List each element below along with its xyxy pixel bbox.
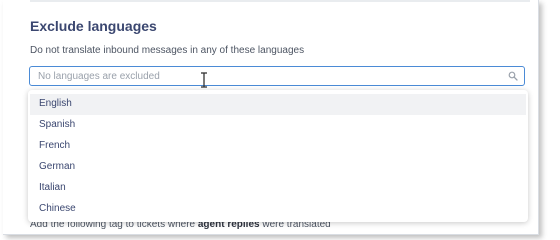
- option-label: Italian: [39, 182, 66, 193]
- option-label: Chinese: [39, 203, 76, 214]
- option-label: German: [39, 161, 76, 172]
- option-label: Spanish: [39, 119, 76, 130]
- section-divider: [30, 0, 530, 2]
- input-placeholder: No languages are excluded: [38, 71, 160, 82]
- section-description: Do not translate inbound messages in any…: [30, 45, 305, 56]
- exclude-languages-input[interactable]: No languages are excluded: [29, 66, 525, 86]
- settings-panel: Exclude languages Do not translate inbou…: [3, 0, 539, 235]
- search-icon: [508, 71, 518, 81]
- language-dropdown: English Spanish French German Italian Ch…: [28, 90, 528, 222]
- dropdown-option-german[interactable]: German: [30, 157, 526, 178]
- dropdown-option-spanish[interactable]: Spanish: [30, 115, 526, 136]
- option-label: French: [39, 140, 71, 151]
- dropdown-option-french[interactable]: French: [30, 136, 526, 157]
- dropdown-option-italian[interactable]: Italian: [30, 178, 526, 199]
- dropdown-option-chinese[interactable]: Chinese: [30, 199, 526, 220]
- dropdown-option-english[interactable]: English: [30, 94, 526, 115]
- option-label: English: [39, 98, 72, 109]
- text-cursor-icon: [201, 72, 207, 88]
- section-title: Exclude languages: [30, 18, 157, 34]
